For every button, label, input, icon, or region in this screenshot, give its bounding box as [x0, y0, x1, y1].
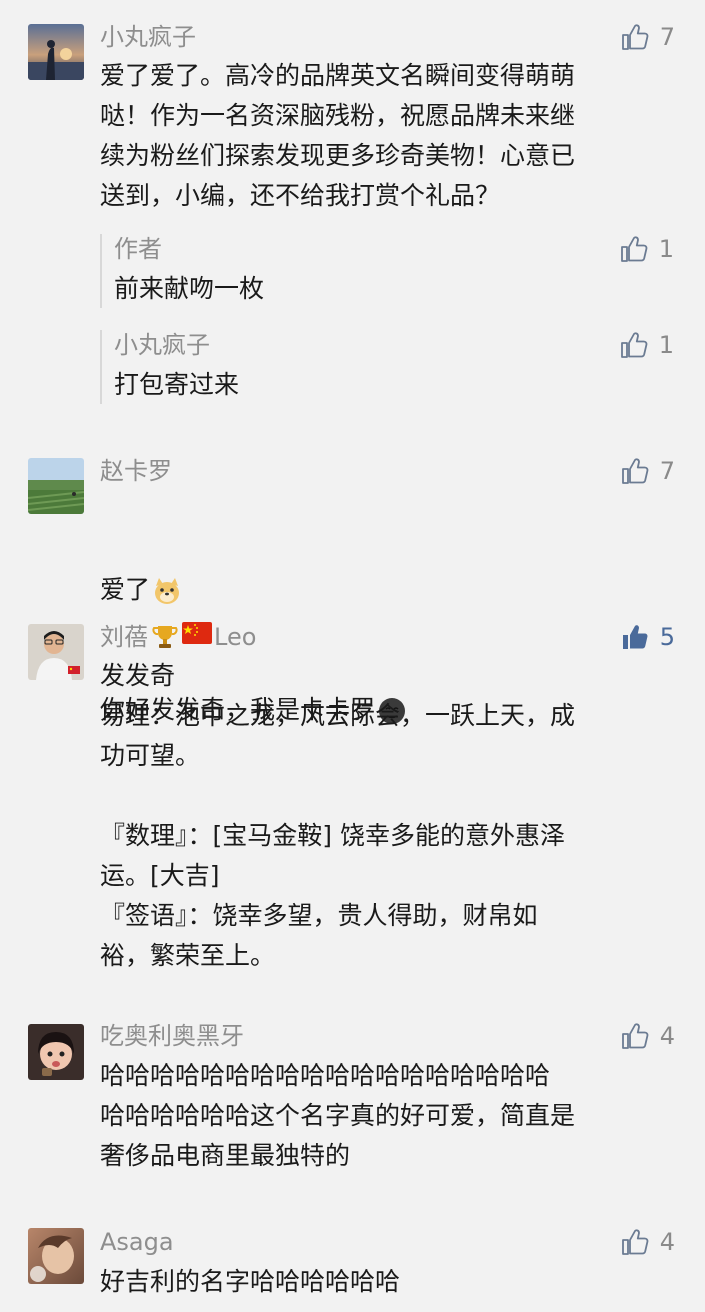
- comment-nickname[interactable]: 小丸疯子: [100, 22, 196, 52]
- avatar[interactable]: [28, 1228, 84, 1284]
- reply-nickname[interactable]: 小丸疯子: [114, 330, 210, 360]
- comment-line: 爱了: [100, 575, 151, 604]
- nickname-text: 刘蓓: [100, 623, 148, 651]
- comment-nickname[interactable]: 赵卡罗: [100, 456, 172, 486]
- like-count: 4: [659, 1228, 675, 1256]
- like-count: 1: [658, 331, 674, 359]
- comment-text: 爱了爱了。高冷的品牌英文名瞬间变得萌萌 哒！作为一名资深脑残粉，祝愿品牌未来继 …: [100, 61, 576, 210]
- reply-text: 前来献吻一枚: [114, 274, 265, 303]
- like-count: 1: [658, 235, 674, 263]
- thumbs-up-icon: [620, 22, 650, 52]
- avatar[interactable]: [28, 24, 84, 80]
- like-button[interactable]: 4: [620, 1227, 675, 1257]
- comment-nickname[interactable]: 刘蓓 Leo: [100, 622, 256, 652]
- doge-icon: [152, 576, 182, 606]
- comment-text: 好吉利的名字哈哈哈哈哈哈: [100, 1267, 401, 1296]
- comment-nickname[interactable]: 吃奥利奥黑牙: [100, 1021, 244, 1051]
- thumbs-up-filled-icon: [620, 622, 650, 652]
- like-button[interactable]: 1: [619, 330, 674, 360]
- reply-text: 打包寄过来: [114, 370, 240, 399]
- reply-item: 小丸疯子 打包寄过来 1: [100, 330, 692, 404]
- china-flag-icon: [182, 622, 212, 652]
- comment-nickname[interactable]: Asaga: [100, 1227, 174, 1257]
- like-count: 7: [659, 457, 675, 485]
- thumbs-up-icon: [619, 234, 649, 264]
- like-button[interactable]: 7: [620, 22, 675, 52]
- thumbs-up-icon: [620, 456, 650, 486]
- like-count: 4: [659, 1022, 675, 1050]
- reply-item: 作者 前来献吻一枚 1: [100, 234, 692, 308]
- nickname-text: Leo: [214, 623, 257, 651]
- comment-text: 哈哈哈哈哈哈哈哈哈哈哈哈哈哈哈哈哈哈 哈哈哈哈哈哈这个名字真的好可爱，简直是 奢…: [100, 1061, 576, 1170]
- avatar[interactable]: [28, 458, 84, 514]
- avatar[interactable]: [28, 624, 84, 680]
- avatar[interactable]: [28, 1024, 84, 1080]
- like-button[interactable]: 4: [620, 1021, 675, 1051]
- trophy-icon: [150, 622, 180, 652]
- like-count: 7: [659, 23, 675, 51]
- thumbs-up-icon: [620, 1021, 650, 1051]
- thumbs-up-icon: [619, 330, 649, 360]
- thumbs-up-icon: [620, 1227, 650, 1257]
- like-button[interactable]: 1: [619, 234, 674, 264]
- comment-text: 发发奇 易理：池中之龙，风云际会，一跃上天，成 功可望。 『数理』：[宝马金鞍]…: [100, 661, 576, 970]
- like-count: 5: [659, 623, 675, 651]
- reply-nickname: 作者: [114, 235, 162, 263]
- like-button[interactable]: 5: [620, 622, 675, 652]
- like-button[interactable]: 7: [620, 456, 675, 486]
